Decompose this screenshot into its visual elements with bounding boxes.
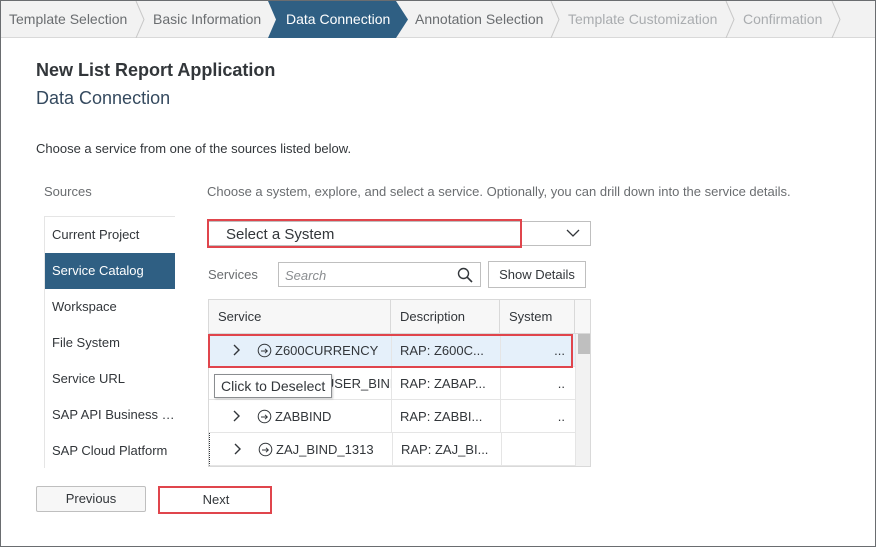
service-system: ..	[500, 367, 575, 400]
step-separator-icon	[831, 1, 841, 38]
deselect-tooltip: Click to Deselect	[214, 374, 333, 398]
source-sap-cloud-platform[interactable]: SAP Cloud Platform	[45, 433, 175, 468]
step-template-customization: Template Customization	[568, 11, 718, 27]
service-system: ...	[500, 334, 575, 367]
service-icon	[258, 442, 273, 457]
search-input[interactable]	[285, 266, 450, 284]
chevron-right-icon[interactable]	[233, 344, 241, 356]
sources-list: Current Project Service Catalog Workspac…	[44, 216, 175, 468]
service-description: RAP: ZABBI...	[391, 400, 501, 433]
service-name: ZAJ_BIND_1313	[276, 442, 374, 457]
service-icon	[257, 343, 272, 358]
step-confirmation: Confirmation	[743, 11, 823, 27]
system-select[interactable]: Select a System	[207, 221, 591, 246]
step-separator-icon	[135, 1, 145, 38]
step-separator-icon	[725, 1, 735, 38]
table-row[interactable]: Z600CURRENCY RAP: Z600C... ...	[209, 334, 575, 367]
search-icon[interactable]	[457, 267, 473, 283]
source-workspace[interactable]: Workspace	[45, 289, 175, 325]
scrollbar-thumb[interactable]	[578, 334, 590, 354]
explore-instruction: Choose a system, explore, and select a s…	[207, 184, 791, 199]
chevron-right-icon[interactable]	[234, 443, 242, 455]
source-file-system[interactable]: File System	[45, 325, 175, 361]
page-title: New List Report Application	[36, 60, 276, 80]
table-row[interactable]: ZABBIND RAP: ZABBI... ..	[209, 400, 575, 433]
sources-label: Sources	[44, 184, 92, 199]
step-annotation-selection[interactable]: Annotation Selection	[415, 1, 543, 38]
service-system: ..	[500, 400, 575, 433]
service-description: RAP: Z600C...	[391, 334, 501, 367]
system-select-value: Select a System	[226, 226, 335, 243]
table-row[interactable]: ZAJ_BIND_1313 RAP: ZAJ_BI...	[209, 433, 575, 466]
service-icon	[257, 409, 272, 424]
services-label: Services	[208, 267, 258, 282]
step-basic-information[interactable]: Basic Information	[153, 1, 261, 38]
service-system	[501, 433, 576, 466]
source-sap-api-business-hub[interactable]: SAP API Business Hub	[45, 397, 175, 433]
instruction-text: Choose a service from one of the sources…	[36, 141, 352, 156]
step-separator-icon	[550, 1, 560, 38]
chevron-down-icon	[566, 229, 580, 237]
show-details-button[interactable]: Show Details	[488, 261, 586, 288]
source-current-project[interactable]: Current Project	[45, 217, 175, 253]
step-data-connection[interactable]: Data Connection	[286, 1, 390, 38]
service-name: Z600CURRENCY	[275, 343, 379, 358]
table-scrollbar[interactable]	[575, 334, 590, 466]
column-header-description[interactable]: Description	[391, 300, 500, 334]
table-header: Service Description System	[209, 300, 590, 334]
service-description: RAP: ZABAP...	[391, 367, 501, 400]
step-template-selection[interactable]: Template Selection	[9, 1, 127, 38]
chevron-right-icon[interactable]	[233, 410, 241, 422]
previous-button[interactable]: Previous	[36, 486, 146, 512]
next-button[interactable]: Next	[161, 487, 271, 513]
search-field[interactable]	[278, 262, 481, 287]
wizard-steps: Template Selection Basic Information Dat…	[1, 1, 875, 38]
column-header-service[interactable]: Service	[209, 300, 391, 334]
service-name: ZABBIND	[275, 409, 332, 424]
source-service-url[interactable]: Service URL	[45, 361, 175, 397]
column-header-system[interactable]: System	[500, 300, 575, 334]
page-subtitle: Data Connection	[36, 88, 171, 108]
source-service-catalog[interactable]: Service Catalog	[45, 253, 175, 289]
service-description: RAP: ZAJ_BI...	[392, 433, 502, 466]
